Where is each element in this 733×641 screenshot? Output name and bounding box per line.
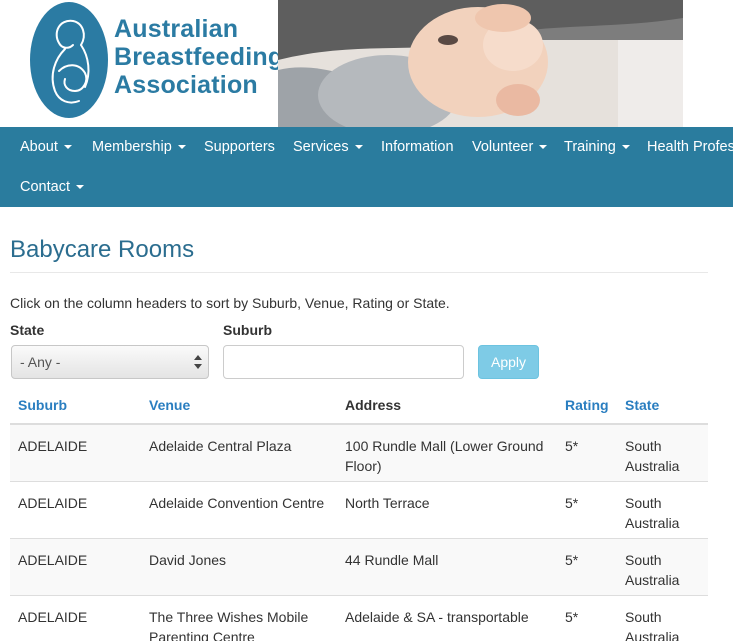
cell-venue-line1: Adelaide Central Plaza <box>149 438 292 454</box>
apply-button[interactable]: Apply <box>478 345 539 379</box>
caret-down-icon <box>621 145 630 149</box>
select-arrows-icon <box>194 355 202 369</box>
cell-state-line1: South <box>625 552 662 568</box>
cell-state-line2: Australia <box>625 458 680 474</box>
caret-down-icon <box>63 145 72 149</box>
cell-state: South Australia <box>625 493 679 533</box>
main-navigation: About Membership Supporters Services Inf… <box>0 127 733 207</box>
suburb-input[interactable] <box>223 345 464 379</box>
table-row: ADELAIDE David Jones 44 Rundle Mall 5* S… <box>10 539 708 596</box>
nav-membership[interactable]: Membership <box>92 139 186 155</box>
cell-venue-line2: Parenting Centre <box>149 629 255 641</box>
caret-down-icon <box>75 185 84 189</box>
state-select-value: - Any - <box>20 354 61 370</box>
cell-venue: The Three Wishes Mobile Parenting Centre <box>149 607 308 641</box>
cell-state-line2: Australia <box>625 515 680 531</box>
cell-address: 100 Rundle Mall (Lower Ground Floor) <box>345 436 543 476</box>
cell-state-line2: Australia <box>625 572 680 588</box>
cell-state-line1: South <box>625 495 662 511</box>
cell-state: South Australia <box>625 436 679 476</box>
table-row: ADELAIDE Adelaide Convention Centre Nort… <box>10 482 708 539</box>
nav-membership-label: Membership <box>92 139 172 155</box>
cell-address-line1: North Terrace <box>345 495 430 511</box>
nav-training-label: Training <box>564 139 616 155</box>
nav-volunteer[interactable]: Volunteer <box>472 139 548 155</box>
title-divider <box>10 272 708 273</box>
cell-address: 44 Rundle Mall <box>345 550 438 570</box>
cell-address-line2: Floor) <box>345 458 382 474</box>
mother-baby-logo-icon[interactable] <box>29 1 109 119</box>
cell-suburb: ADELAIDE <box>18 438 88 454</box>
nav-about-label: About <box>20 139 58 155</box>
cell-suburb: ADELAIDE <box>18 609 88 625</box>
nav-health-professionals[interactable]: Health Profes <box>647 139 733 155</box>
cell-rating: 5* <box>565 438 579 454</box>
suburb-filter-label: Suburb <box>223 322 272 338</box>
column-header-venue[interactable]: Venue <box>149 397 190 413</box>
cell-state: South Australia <box>625 607 679 641</box>
sort-instructions: Click on the column headers to sort by S… <box>10 295 450 311</box>
cell-state-line2: Australia <box>625 629 680 641</box>
caret-down-icon <box>354 145 363 149</box>
nav-contact[interactable]: Contact <box>20 179 84 195</box>
nav-services[interactable]: Services <box>293 139 363 155</box>
cell-rating: 5* <box>565 609 579 625</box>
page-title: Babycare Rooms <box>10 236 195 263</box>
cell-venue: David Jones <box>149 550 226 570</box>
column-header-address: Address <box>345 397 402 413</box>
cell-address-line1: 100 Rundle Mall (Lower Ground <box>345 438 544 454</box>
state-filter-label: State <box>10 322 45 338</box>
nav-supporters-label: Supporters <box>204 139 275 155</box>
column-header-state[interactable]: State <box>625 397 659 413</box>
cell-venue: Adelaide Central Plaza <box>149 436 291 456</box>
nav-volunteer-label: Volunteer <box>472 139 534 155</box>
caret-down-icon <box>539 145 548 149</box>
cell-rating: 5* <box>565 552 579 568</box>
cell-venue: Adelaide Convention Centre <box>149 493 324 513</box>
nav-health-professionals-label: Health Profes <box>647 139 733 155</box>
nav-about[interactable]: About <box>20 139 72 155</box>
nav-training[interactable]: Training <box>564 139 630 155</box>
brand-wordmark[interactable]: Australian Breastfeeding Association <box>114 15 283 99</box>
cell-suburb: ADELAIDE <box>18 552 88 568</box>
brand-line-2: Breastfeeding <box>114 43 284 71</box>
brand-line-3: Association <box>114 71 258 99</box>
table-row: ADELAIDE The Three Wishes Mobile Parentin… <box>10 596 708 641</box>
cell-venue-line1: David Jones <box>149 552 227 568</box>
cell-rating: 5* <box>565 495 579 511</box>
nav-services-label: Services <box>293 139 349 155</box>
cell-venue-line1: The Three Wishes Mobile <box>149 609 309 625</box>
table-row: ADELAIDE Adelaide Central Plaza 100 Rund… <box>10 425 708 482</box>
column-header-suburb[interactable]: Suburb <box>18 397 67 413</box>
nav-supporters[interactable]: Supporters <box>204 139 275 155</box>
cell-state: South Australia <box>625 550 679 590</box>
state-select[interactable]: - Any - <box>11 345 209 379</box>
cell-state-line1: South <box>625 609 662 625</box>
site-header: Australian Breastfeeding Association <box>0 0 733 127</box>
cell-address: North Terrace <box>345 493 430 513</box>
nav-information[interactable]: Information <box>381 139 454 155</box>
cell-state-line1: South <box>625 438 662 454</box>
hero-baby-photo <box>278 0 683 127</box>
cell-venue-line1: Adelaide Convention Centre <box>149 495 325 511</box>
brand-line-1: Australian <box>114 15 239 43</box>
cell-address-line1: Adelaide & SA - transportable <box>345 609 529 625</box>
column-header-rating[interactable]: Rating <box>565 397 609 413</box>
caret-down-icon <box>177 145 186 149</box>
nav-information-label: Information <box>381 139 454 155</box>
nav-contact-label: Contact <box>20 179 70 195</box>
cell-address: Adelaide & SA - transportable <box>345 607 529 627</box>
cell-suburb: ADELAIDE <box>18 495 88 511</box>
cell-address-line1: 44 Rundle Mall <box>345 552 439 568</box>
